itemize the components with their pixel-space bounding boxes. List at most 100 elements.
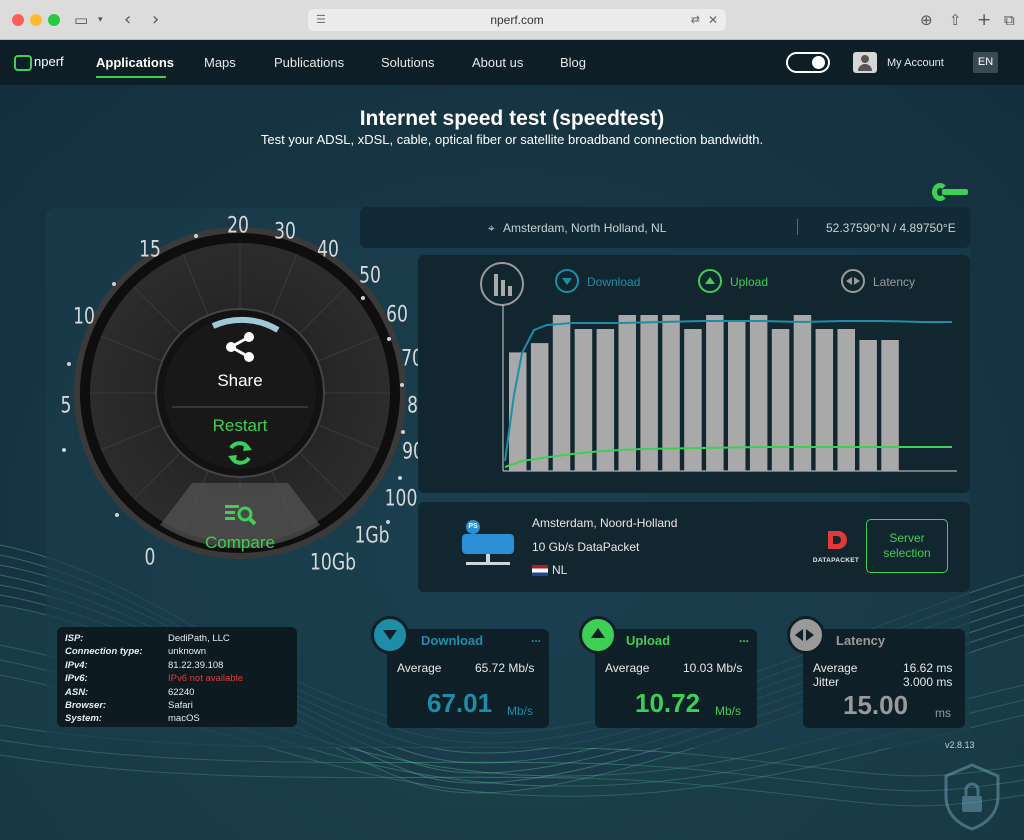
gauge-minor-tick [62, 448, 66, 452]
forward-button[interactable]: › [152, 10, 159, 30]
upload-more-button[interactable]: ... [739, 631, 749, 645]
legend-download-label: Download [587, 275, 641, 289]
nav-publications[interactable]: Publications [274, 55, 344, 70]
gauge-tick: 1Gb [354, 523, 390, 549]
gauge-minor-tick [401, 430, 405, 434]
isp-info-key: Connection type: [65, 646, 143, 658]
gauge-tick: 40 [317, 237, 339, 263]
download-arrow-icon [555, 269, 579, 293]
share-icon [226, 332, 254, 362]
compare-button[interactable]: Compare [195, 502, 285, 552]
chart-bar [859, 340, 877, 471]
share-icon[interactable]: ⇧ [949, 10, 962, 30]
isp-info-row: System: macOS [65, 712, 243, 725]
gauge-minor-tick [194, 234, 198, 238]
close-tab-icon[interactable]: ✕ [708, 9, 718, 31]
gauge-tick: 20 [227, 213, 249, 239]
user-icon[interactable] [853, 52, 877, 73]
upload-result-card: Upload ... Average 10.03 Mb/s 10.72 Mb/s [579, 616, 757, 728]
nav-blog[interactable]: Blog [560, 55, 586, 70]
isp-info-value: unknown [168, 646, 207, 658]
isp-info-key: ASN: [65, 686, 89, 698]
latency-icon [841, 269, 865, 293]
gauge-tick: 50 [359, 263, 381, 289]
chart-bar [530, 343, 549, 471]
isp-info-row: ASN: 62240 [65, 686, 243, 699]
chart-toggle-button[interactable] [480, 262, 524, 306]
language-selector[interactable]: EN [973, 52, 998, 73]
my-account-link[interactable]: My Account [887, 57, 944, 69]
download-icon[interactable]: ⊕ [920, 10, 933, 30]
datapacket-logo: DATAPACKET [806, 528, 866, 568]
isp-info-row: IPv6: IPv6 not available [65, 672, 243, 685]
nav-about-us[interactable]: About us [472, 55, 523, 70]
zoom-window-button[interactable] [48, 14, 60, 26]
tab-overview-icon[interactable]: ⧉ [1004, 10, 1015, 30]
minimize-window-button[interactable] [30, 14, 42, 26]
refresh-icon [228, 441, 252, 465]
isp-info-row: IPv4: 81.22.39.108 [65, 659, 243, 672]
download-avg-label: Average [397, 661, 442, 675]
location-bar: ⌖ Amsterdam, North Holland, NL 52.37590°… [360, 207, 970, 248]
theme-toggle[interactable] [786, 52, 830, 73]
isp-info-key: IPv6: [65, 673, 88, 685]
page-settings-icon[interactable]: ☰ [316, 9, 326, 31]
chart-bar [684, 329, 702, 471]
isp-info-key: ISP: [65, 633, 84, 644]
sidebar-toggle-icon[interactable]: ▭ [74, 10, 88, 30]
chevron-down-icon[interactable]: ▾ [98, 10, 103, 30]
download-title: Download [421, 633, 484, 648]
server-selection-button[interactable]: Server selection [866, 519, 948, 573]
upload-unit: Mb/s [715, 704, 742, 718]
isp-info-key: System: [65, 713, 102, 725]
address-bar[interactable]: ☰ nperf.com ⇄ ✕ [308, 9, 726, 31]
active-nav-indicator [96, 76, 166, 78]
gauge-minor-tick [361, 296, 365, 300]
nav-applications[interactable]: Applications [96, 55, 174, 70]
upload-title: Upload [626, 633, 671, 648]
isp-info-value: 62240 [168, 686, 195, 698]
wrench-icon[interactable] [930, 183, 970, 201]
latency-avg-value: 16.62 ms [903, 661, 953, 675]
download-unit: Mb/s [507, 704, 534, 718]
gauge-tick: 100 [384, 486, 418, 512]
gauge-tick: 10Gb [309, 550, 357, 576]
chart-panel: Download Upload Latency [418, 255, 970, 493]
download-arrow-icon [371, 616, 409, 654]
download-avg-value: 65.72 Mb/s [475, 661, 535, 675]
nav-solutions[interactable]: Solutions [381, 55, 434, 70]
server-city: Amsterdam, Noord-Holland [532, 516, 678, 530]
location-pin-icon: ⌖ [488, 221, 495, 235]
chart-bar [771, 329, 790, 471]
legend-upload-label: Upload [730, 275, 769, 289]
latency-avg-label: Average [813, 661, 858, 675]
chart-bar [618, 315, 636, 471]
compare-label: Compare [205, 533, 275, 552]
back-button[interactable]: ‹ [124, 10, 131, 30]
server-icon: PS [462, 520, 518, 568]
isp-info-key: Browser: [65, 700, 107, 712]
gauge-tick: 15 [139, 237, 161, 263]
restart-button[interactable]: Restart [196, 416, 284, 476]
server-provider: 10 Gb/s DataPacket [532, 540, 640, 554]
divider [797, 219, 798, 235]
security-shield-icon [944, 763, 1000, 831]
upload-avg-label: Average [605, 661, 650, 675]
isp-info-value: DediPath, LLC [168, 633, 230, 644]
nl-flag-icon [532, 565, 548, 576]
isp-info-value: IPv6 not available [168, 673, 243, 685]
jitter-value: 3.000 ms [903, 675, 953, 689]
isp-info-value: macOS [168, 713, 200, 725]
translate-icon[interactable]: ⇄ [691, 9, 700, 31]
nperf-logo[interactable]: nperf [14, 54, 64, 71]
close-window-button[interactable] [12, 14, 24, 26]
page-subtitle: Test your ADSL, xDSL, cable, optical fib… [260, 132, 764, 147]
download-value: 67.01 [427, 688, 493, 718]
isp-info-panel: ISP: DediPath, LLC Connection type: unknown… [57, 627, 297, 727]
download-more-button[interactable]: ... [531, 631, 541, 645]
nav-maps[interactable]: Maps [204, 55, 236, 70]
chart-bar [728, 321, 746, 471]
new-tab-icon[interactable]: + [977, 10, 991, 30]
share-button[interactable]: Share [200, 330, 280, 392]
share-label: Share [217, 371, 263, 390]
